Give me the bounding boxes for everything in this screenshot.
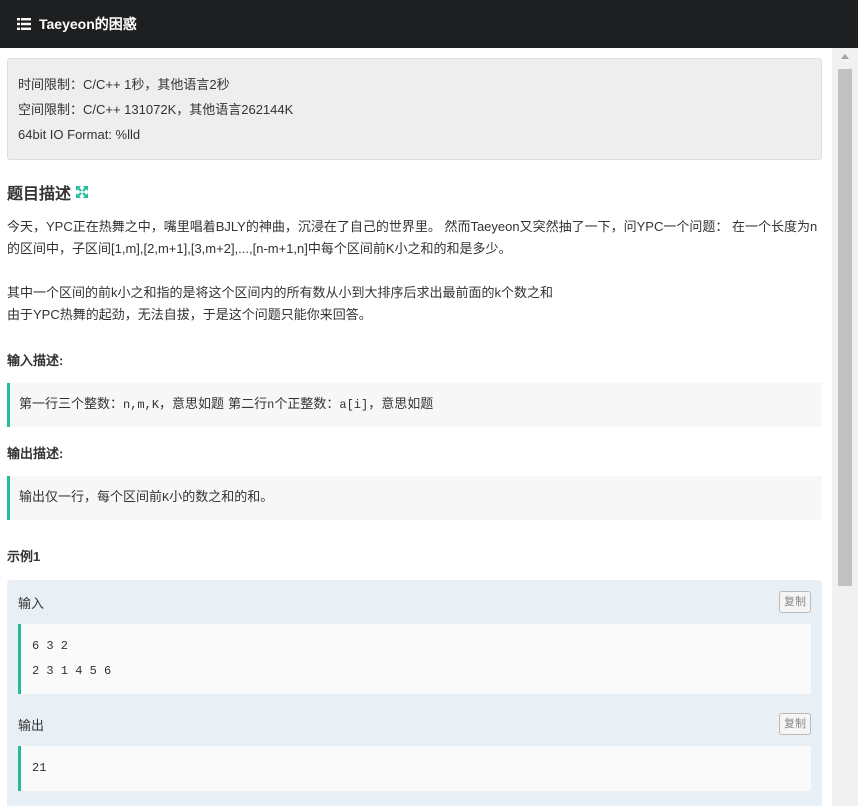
example-output-header: 输出 复制: [18, 712, 811, 736]
space-limit: 空间限制：C/C++ 131072K，其他语言262144K: [18, 102, 294, 117]
example-input-code: 6 3 2 2 3 1 4 5 6: [18, 624, 811, 694]
copy-input-button[interactable]: 复制: [779, 591, 811, 613]
input-text: 个正整数：: [274, 397, 340, 412]
input-code: n,m,K: [123, 398, 160, 412]
problem-content: 时间限制：C/C++ 1秒，其他语言2秒 空间限制：C/C++ 131072K，…: [7, 58, 822, 806]
input-text: ，意思如题: [368, 397, 434, 412]
scrollbar-thumb[interactable]: [838, 69, 852, 586]
copy-output-button[interactable]: 复制: [779, 713, 811, 735]
example-output-label: 输出: [18, 717, 45, 733]
input-description: 第一行三个整数：n,m,K，意思如题 第二行n个正整数：a[i]，意思如题: [7, 383, 822, 427]
code-line: 21: [32, 761, 47, 775]
input-description-title: 输入描述:: [7, 353, 64, 368]
description-paragraph: 其中一个区间的前k小之和指的是将这个区间内的所有数从小到大排序后求出最前面的k个…: [7, 285, 554, 300]
input-code: a[i]: [339, 398, 369, 412]
input-text: 第一行三个整数：: [19, 397, 124, 412]
vertical-scrollbar[interactable]: [832, 48, 858, 806]
code-line: 2 3 1 4 5 6: [32, 664, 112, 678]
problem-description: 今天，YPC正在热舞之中，嘴里唱着BJLY的神曲，沉浸在了自己的世界里。 然而T…: [7, 216, 822, 326]
top-navbar: Taeyeon的困惑: [0, 0, 858, 48]
input-text: ，意思如题 第二行: [159, 397, 268, 412]
limits-box: 时间限制：C/C++ 1秒，其他语言2秒 空间限制：C/C++ 131072K，…: [7, 58, 822, 160]
problem-description-heading: 题目描述: [7, 180, 822, 204]
example-input-header: 输入 复制: [18, 590, 811, 614]
output-text: 小的数之和的和。: [169, 490, 274, 505]
io-format: 64bit IO Format: %lld: [18, 127, 141, 142]
list-icon: [17, 18, 31, 30]
description-paragraph: 今天，YPC正在热舞之中，嘴里唱着BJLY的神曲，沉浸在了自己的世界里。 然而T…: [7, 219, 818, 256]
description-paragraph: 由于YPC热舞的起劲，无法自拔，于是这个问题只能你来回答。: [7, 307, 372, 322]
time-limit: 时间限制：C/C++ 1秒，其他语言2秒: [18, 77, 230, 92]
page-title[interactable]: Taeyeon的困惑: [39, 14, 137, 34]
expand-arrows-icon[interactable]: [75, 185, 89, 199]
output-description-title: 输出描述:: [7, 446, 64, 461]
example-output-code: 21: [18, 746, 811, 791]
output-text: 输出仅一行，每个区间前: [19, 490, 163, 505]
example-title: 示例1: [7, 549, 41, 564]
output-description: 输出仅一行，每个区间前K小的数之和的和。: [7, 476, 822, 520]
scroll-up-arrow-icon[interactable]: [841, 54, 849, 59]
example-panel: 输入 复制 6 3 2 2 3 1 4 5 6 输出 复制 21: [7, 580, 822, 806]
example-input-label: 输入: [18, 595, 45, 611]
code-line: 6 3 2: [32, 639, 69, 653]
problem-description-title: 题目描述: [7, 186, 72, 203]
